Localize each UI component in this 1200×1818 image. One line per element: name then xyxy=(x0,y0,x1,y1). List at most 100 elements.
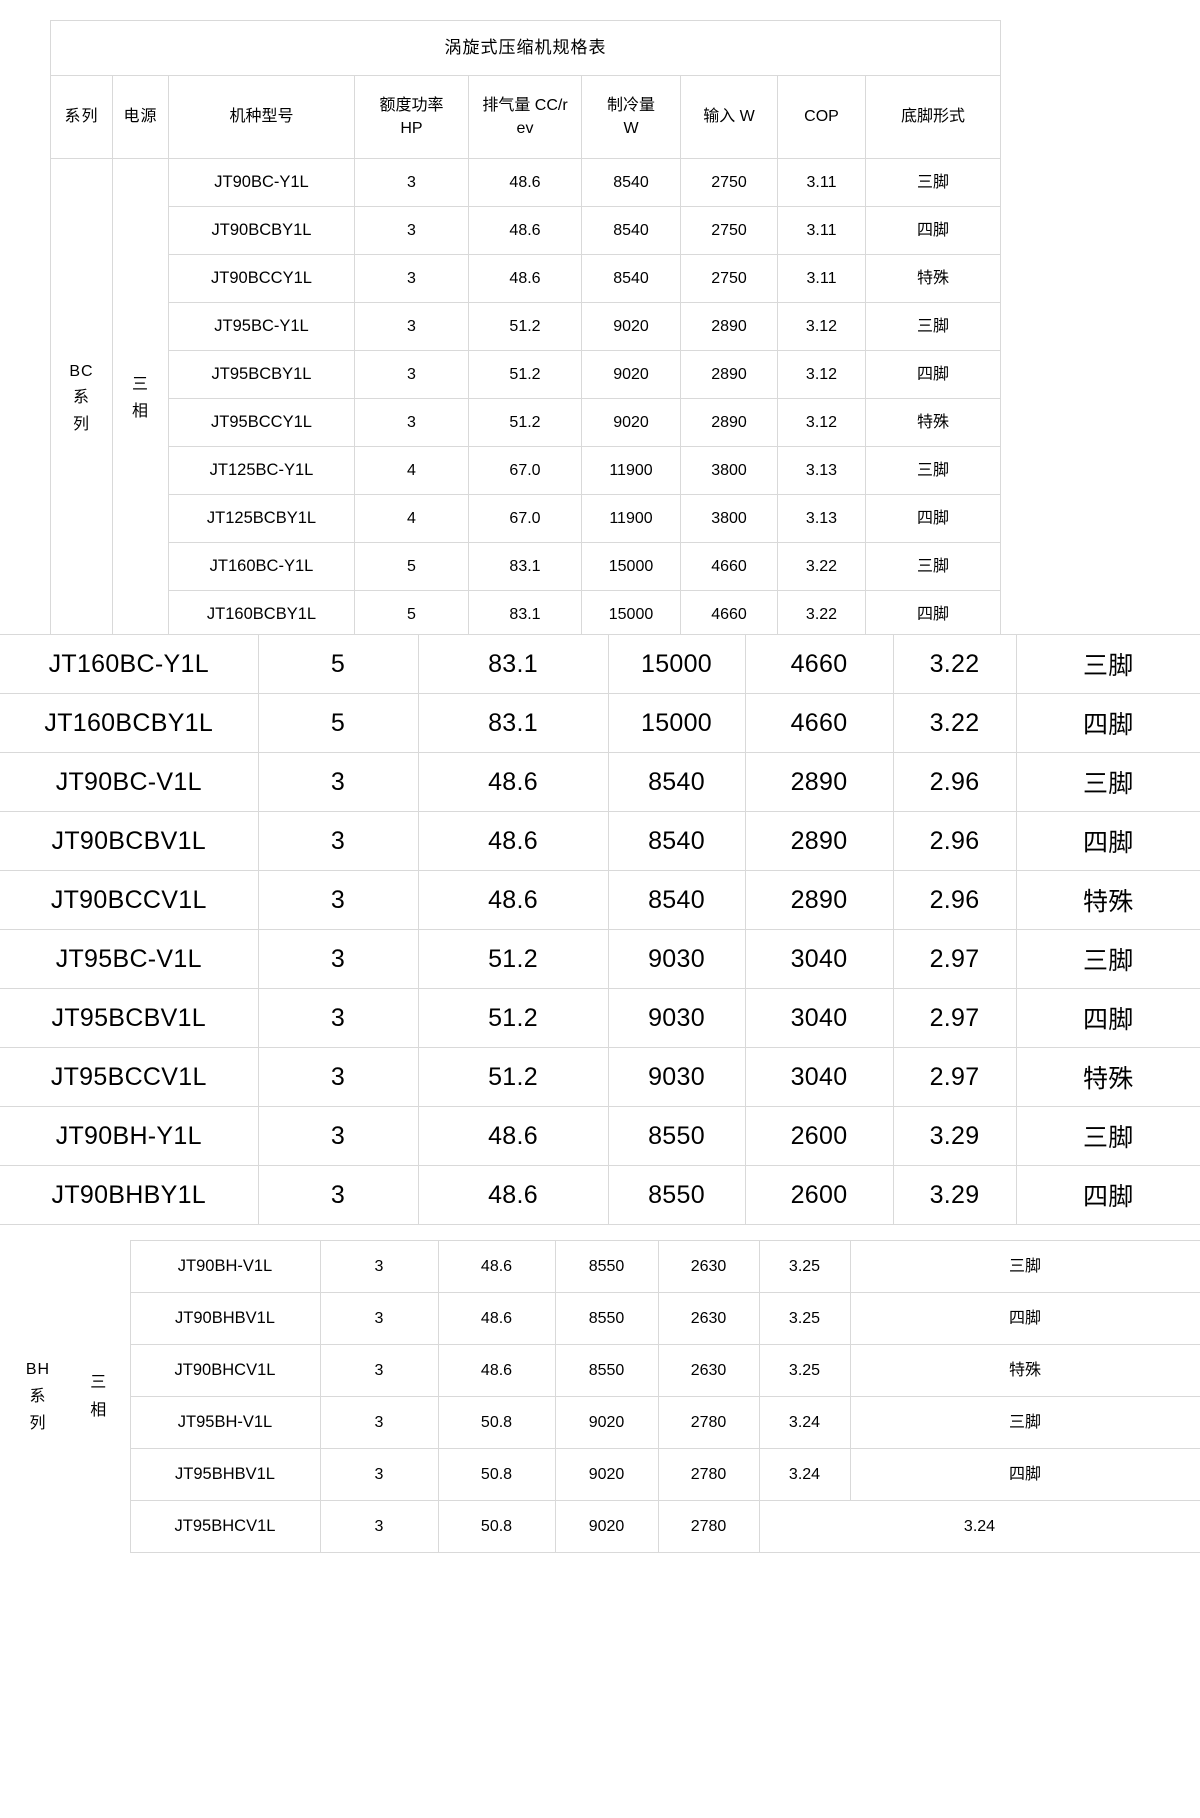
cell-rated-power: 3 xyxy=(354,158,469,207)
column-header-cooling-capacity: 制冷量 W xyxy=(581,75,681,159)
cell-cop: 3.29 xyxy=(892,1106,1017,1166)
cell-model: JT95BCBV1L xyxy=(0,988,259,1048)
table-row: JT160BC-Y1L 5 83.1 15000 4660 3.22 三脚 xyxy=(0,634,1200,694)
table-row: JT95BHCV1L 3 50.8 9020 2780 3.24 xyxy=(8,1500,1200,1553)
cell-foot-type: 三脚 xyxy=(1015,752,1200,812)
cell-model: JT160BC-Y1L xyxy=(0,634,259,694)
cell-cop: 3.24 xyxy=(758,1500,1200,1553)
cell-foot-type: 特殊 xyxy=(864,254,1002,303)
cell-cooling-capacity: 9020 xyxy=(554,1396,659,1449)
cell-cop: 3.12 xyxy=(777,302,866,351)
cell-foot-type: 四脚 xyxy=(864,494,1002,543)
cell-displacement: 48.6 xyxy=(417,870,609,930)
table-row: JT160BCBY1L 5 83.1 15000 4660 3.22 四脚 xyxy=(0,693,1200,753)
column-header-model: 机种型号 xyxy=(168,75,355,159)
cell-displacement: 48.6 xyxy=(468,254,582,303)
cell-rated-power: 3 xyxy=(257,870,419,930)
cell-cooling-capacity: 9020 xyxy=(581,302,681,351)
cell-cop: 2.96 xyxy=(892,811,1017,871)
cell-foot-type: 四脚 xyxy=(849,1448,1200,1501)
cell-rated-power: 3 xyxy=(257,1106,419,1166)
cell-cooling-capacity: 8540 xyxy=(607,752,746,812)
series-cell: BH 系列 xyxy=(8,1240,68,1553)
column-header-cop: COP xyxy=(777,75,866,159)
cell-cooling-capacity: 9020 xyxy=(581,398,681,447)
cell-foot-type: 四脚 xyxy=(1015,988,1200,1048)
cell-rated-power: 3 xyxy=(257,1165,419,1225)
cell-cop: 3.25 xyxy=(758,1292,851,1345)
table-row: JT95BCCY1L 3 51.2 9020 2890 3.12 特殊 xyxy=(51,398,1002,447)
cell-cooling-capacity: 11900 xyxy=(581,494,681,543)
cell-rated-power: 3 xyxy=(354,398,469,447)
cell-cooling-capacity: 9030 xyxy=(607,1047,746,1107)
cell-input-power: 2630 xyxy=(657,1344,760,1397)
cell-cooling-capacity: 15000 xyxy=(581,590,681,639)
table-row: JT95BCBY1L 3 51.2 9020 2890 3.12 四脚 xyxy=(51,350,1002,399)
cell-displacement: 48.6 xyxy=(437,1240,556,1293)
table-row: JT90BCCV1L 3 48.6 8540 2890 2.96 特殊 xyxy=(0,870,1200,930)
column-header-displacement-line1: 排气量 CC/r xyxy=(482,96,568,114)
cell-foot-type: 三脚 xyxy=(849,1240,1200,1293)
power-source-char-0: 三 xyxy=(131,376,149,394)
cell-rated-power: 3 xyxy=(354,302,469,351)
cell-input-power: 2890 xyxy=(680,302,778,351)
cell-model: JT160BCBY1L xyxy=(168,590,355,639)
cell-cooling-capacity: 8540 xyxy=(607,811,746,871)
cell-rated-power: 4 xyxy=(354,494,469,543)
cell-cop: 3.24 xyxy=(758,1396,851,1449)
cell-foot-type: 四脚 xyxy=(864,206,1002,255)
cell-foot-type: 四脚 xyxy=(864,590,1002,639)
table-row: BC 系 列 三 相 JT90BC-Y1L 3 48.6 8540 2750 3… xyxy=(50,158,1002,639)
cell-displacement: 50.8 xyxy=(437,1396,556,1449)
cell-cooling-capacity: 9020 xyxy=(554,1500,659,1553)
cell-displacement: 67.0 xyxy=(468,494,582,543)
table-row: BH 系列三相 JT90BH-V1L 3 48.6 8550 2630 3.25 三脚 xyxy=(8,1240,1200,1553)
series-char-1: 系 xyxy=(72,389,90,407)
cell-cop: 2.96 xyxy=(892,752,1017,812)
middle-table-body: JT160BC-Y1L 5 83.1 15000 4660 3.22 三脚 JT160BCBY… xyxy=(0,634,1200,1225)
table-header-row: 系列 电源 机种型号 额度功率 HP 排气量 CC/r ev 制冷量 W 输入 … xyxy=(50,75,1002,159)
cell-input-power: 3040 xyxy=(744,929,894,989)
cell-model: JT90BHBY1L xyxy=(0,1165,259,1225)
cell-input-power: 2780 xyxy=(657,1448,760,1501)
cell-cop: 3.12 xyxy=(777,398,866,447)
cell-cooling-capacity: 15000 xyxy=(581,542,681,591)
cell-displacement: 83.1 xyxy=(468,590,582,639)
cell-foot-type: 四脚 xyxy=(1015,811,1200,871)
cell-rated-power: 3 xyxy=(319,1344,439,1397)
cell-input-power: 4660 xyxy=(744,693,894,753)
cell-cop: 3.13 xyxy=(777,494,866,543)
cell-foot-type: 四脚 xyxy=(864,350,1002,399)
cell-displacement: 83.1 xyxy=(417,693,609,753)
cell-cooling-capacity: 8540 xyxy=(581,254,681,303)
cell-cop: 3.22 xyxy=(777,590,866,639)
power-source-char-1: 相 xyxy=(131,402,149,420)
cell-model: JT90BC-V1L xyxy=(0,752,259,812)
cell-foot-type: 三脚 xyxy=(864,158,1002,207)
cell-cooling-capacity: 8540 xyxy=(581,158,681,207)
middle-continuation-table-section: JT160BC-Y1L 5 83.1 15000 4660 3.22 三脚 JT160BCBY… xyxy=(0,634,1200,1225)
cell-rated-power: 3 xyxy=(319,1448,439,1501)
cell-model: JT95BH-V1L xyxy=(129,1396,321,1449)
cell-cop: 3.24 xyxy=(758,1448,851,1501)
table-row: JT160BCBY1L 5 83.1 15000 4660 3.22 四脚 xyxy=(51,590,1002,639)
column-header-rated-power-line1: 额度功率 xyxy=(379,96,444,114)
column-header-series: 系列 xyxy=(50,75,113,159)
column-header-displacement-line2: ev xyxy=(516,120,534,137)
cell-cop: 3.11 xyxy=(777,158,866,207)
cell-model: JT90BCCV1L xyxy=(0,870,259,930)
cell-cooling-capacity: 8550 xyxy=(607,1106,746,1166)
cell-cop: 3.22 xyxy=(777,542,866,591)
cell-cooling-capacity: 8550 xyxy=(607,1165,746,1225)
cell-model: JT90BCBV1L xyxy=(0,811,259,871)
cell-foot-type: 特殊 xyxy=(1015,1047,1200,1107)
cell-cooling-capacity: 8550 xyxy=(554,1240,659,1293)
column-header-cooling-capacity-line2: W xyxy=(623,120,639,137)
table-row: JT90BCBY1L 3 48.6 8540 2750 3.11 四脚 xyxy=(51,206,1002,255)
cell-cop: 3.11 xyxy=(777,206,866,255)
cell-rated-power: 4 xyxy=(354,446,469,495)
power-source-cell: 三 相 xyxy=(112,158,169,639)
cell-cop: 3.22 xyxy=(892,693,1017,753)
cell-foot-type: 特殊 xyxy=(1015,870,1200,930)
power-source-char-0: 三 xyxy=(90,1374,108,1392)
